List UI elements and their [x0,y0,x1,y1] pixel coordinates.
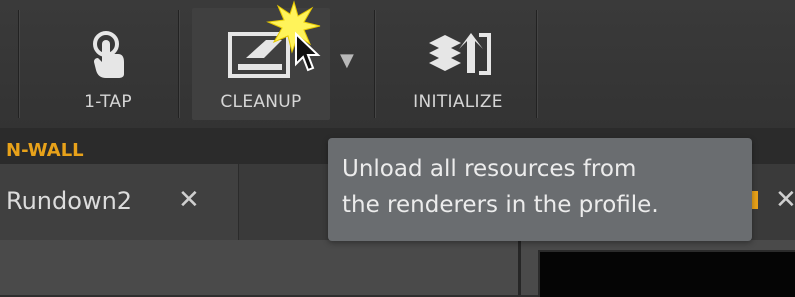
tap-hand-icon [88,22,128,88]
tab-title: Rundown2 [6,187,133,215]
close-icon[interactable]: ✕ [775,185,795,215]
one-tap-button[interactable]: 1-TAP [50,8,166,120]
click-burst-cursor-icon [266,0,321,72]
close-icon[interactable]: ✕ [178,185,200,215]
tooltip-line-1: Unload all resources from [342,156,637,182]
wall-section-label: N-WALL [6,140,84,161]
cleanup-tooltip: Unload all resources from the renderers … [328,138,752,241]
preview-viewport [538,250,795,297]
initialize-label: INITIALIZE [413,92,503,112]
tooltip-line-2: the renderers in the profile. [342,192,659,218]
one-tap-label: 1-TAP [84,92,132,112]
toolbar-separator [374,10,375,118]
toolbar-separator [178,10,179,118]
tab-accent-fragment [752,191,758,209]
caret-down-icon[interactable]: ▼ [340,50,354,71]
cleanup-label: CLEANUP [220,92,302,112]
initialize-button[interactable]: INITIALIZE [390,8,526,120]
pane-splitter[interactable] [518,240,521,295]
toolbar-separator [536,10,537,118]
initialize-stack-icon [423,22,493,88]
tab-rundown2[interactable]: Rundown2 ✕ [0,164,239,240]
toolbar-separator [18,10,19,118]
